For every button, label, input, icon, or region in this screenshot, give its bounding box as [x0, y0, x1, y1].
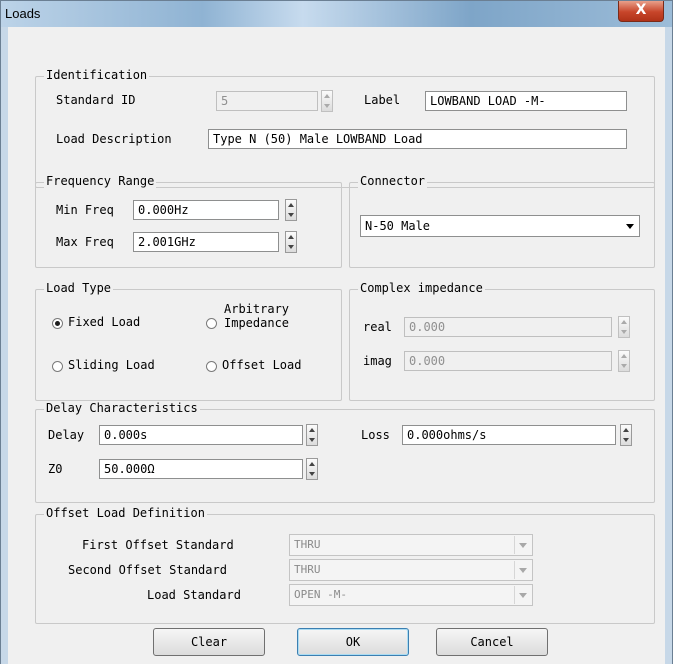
delay-field[interactable]: 0.000s [99, 425, 303, 445]
load-standard-label: Load Standard [147, 588, 241, 602]
complex-impedance-legend: Complex impedance [358, 281, 485, 295]
min-freq-spinner[interactable] [285, 199, 297, 221]
chevron-down-icon[interactable] [514, 536, 531, 554]
delay-spinner[interactable] [306, 424, 318, 446]
delay-characteristics-legend: Delay Characteristics [44, 401, 200, 415]
standard-id-field[interactable]: 5 [216, 91, 318, 111]
max-freq-spinner[interactable] [285, 231, 297, 253]
z0-spinner[interactable] [306, 458, 318, 480]
connector-legend: Connector [358, 174, 428, 188]
standard-id-label: Standard ID [56, 93, 136, 107]
loads-dialog: Loads X Identification Standard ID 5 Lab… [0, 0, 673, 664]
load-description-label: Load Description [56, 132, 172, 146]
load-standard-select[interactable]: OPEN -M- [289, 584, 533, 606]
sliding-load-radio[interactable] [52, 361, 63, 372]
connector-select[interactable]: N-50 Male [360, 215, 640, 237]
z0-label: Z0 [48, 462, 63, 476]
window-title: Loads [5, 6, 41, 21]
arbitrary-impedance-label-line1[interactable]: Arbitrary [224, 302, 289, 316]
second-offset-standard-label: Second Offset Standard [68, 563, 227, 577]
dialog-body: Identification Standard ID 5 Label LOWBA… [8, 27, 665, 664]
real-label: real [363, 320, 392, 334]
close-button[interactable]: X [618, 1, 664, 22]
clear-button[interactable]: Clear [153, 628, 265, 656]
delay-label: Delay [48, 428, 85, 442]
delay-characteristics-group: Delay Characteristics Delay 0.000s Loss … [35, 401, 655, 503]
loss-spinner[interactable] [620, 424, 632, 446]
imag-label: imag [363, 354, 392, 368]
chevron-down-icon[interactable] [514, 586, 531, 604]
load-standard-value: OPEN -M- [294, 588, 347, 601]
max-freq-label: Max Freq [56, 235, 114, 249]
chevron-down-icon[interactable] [622, 217, 638, 235]
chevron-down-icon[interactable] [514, 561, 531, 579]
sliding-load-label[interactable]: Sliding Load [68, 358, 155, 372]
window-frame-left [1, 27, 8, 664]
z0-field[interactable]: 50.000Ω [99, 459, 303, 479]
arbitrary-impedance-radio[interactable] [206, 318, 217, 329]
identification-legend: Identification [44, 68, 150, 82]
real-field[interactable]: 0.000 [404, 317, 612, 337]
fixed-load-label[interactable]: Fixed Load [68, 315, 140, 329]
max-freq-field[interactable]: 2.001GHz [133, 232, 279, 252]
cancel-button[interactable]: Cancel [436, 628, 548, 656]
first-offset-standard-select[interactable]: THRU [289, 534, 533, 556]
second-offset-standard-select[interactable]: THRU [289, 559, 533, 581]
label-label: Label [364, 93, 401, 107]
frequency-range-legend: Frequency Range [44, 174, 157, 188]
offset-load-label[interactable]: Offset Load [222, 358, 301, 372]
loss-field[interactable]: 0.000ohms/s [402, 425, 616, 445]
real-spinner[interactable] [618, 316, 630, 338]
load-type-legend: Load Type [44, 281, 114, 295]
label-field[interactable]: LOWBAND LOAD -M- [425, 91, 627, 111]
complex-impedance-group: Complex impedance real 0.000 imag 0.000 [349, 281, 655, 401]
load-type-group: Load Type Fixed Load Arbitrary Impedance… [35, 281, 342, 401]
frequency-range-group: Frequency Range Min Freq 0.000Hz Max Fre… [35, 174, 342, 268]
title-bar[interactable]: Loads X [1, 1, 672, 27]
offset-load-radio[interactable] [206, 361, 217, 372]
identification-group: Identification Standard ID 5 Label LOWBA… [35, 68, 655, 188]
fixed-load-radio[interactable] [52, 318, 63, 329]
connector-select-value: N-50 Male [365, 219, 431, 233]
offset-load-definition-legend: Offset Load Definition [44, 506, 207, 520]
min-freq-label: Min Freq [56, 203, 114, 217]
arbitrary-impedance-label-line2[interactable]: Impedance [224, 316, 289, 330]
imag-spinner[interactable] [618, 350, 630, 372]
offset-load-definition-group: Offset Load Definition First Offset Stan… [35, 506, 655, 624]
connector-group: Connector N-50 Male [349, 174, 655, 268]
imag-field[interactable]: 0.000 [404, 351, 612, 371]
load-description-field[interactable]: Type N (50) Male LOWBAND Load [208, 129, 627, 149]
standard-id-spinner[interactable] [321, 90, 333, 112]
first-offset-standard-label: First Offset Standard [82, 538, 234, 552]
first-offset-standard-value: THRU [294, 538, 321, 551]
close-icon: X [635, 2, 647, 18]
min-freq-field[interactable]: 0.000Hz [133, 200, 279, 220]
loss-label: Loss [361, 428, 390, 442]
second-offset-standard-value: THRU [294, 563, 321, 576]
ok-button[interactable]: OK [297, 628, 409, 656]
window-frame-right [665, 27, 672, 664]
